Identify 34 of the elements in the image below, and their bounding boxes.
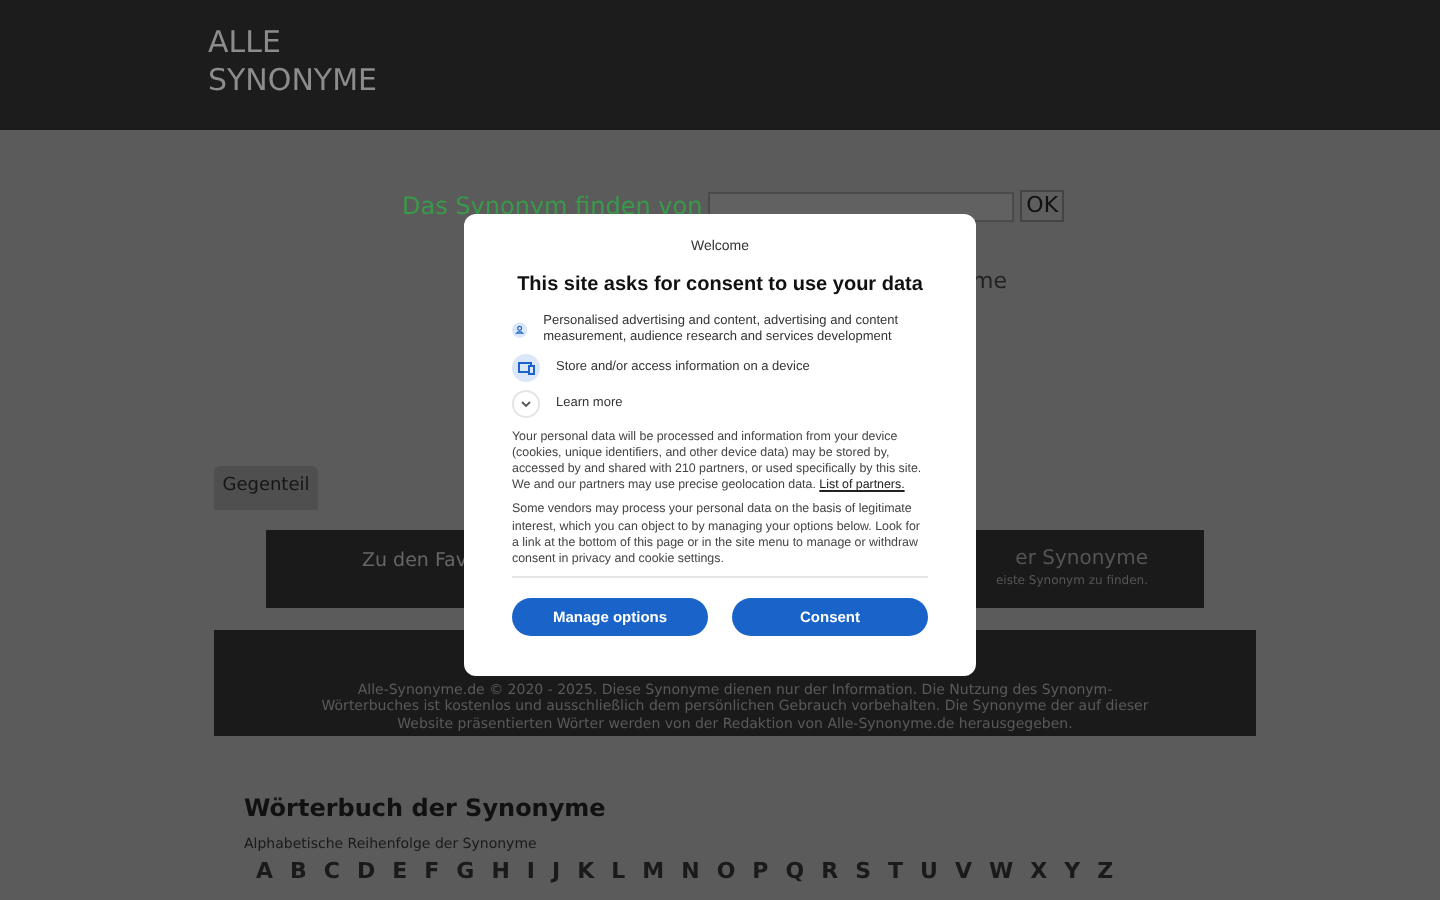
letter-link[interactable]: Q [785,860,805,884]
devices-icon [512,353,540,381]
letter-link[interactable]: H [491,860,510,884]
letter-link[interactable]: I [526,860,535,884]
letter-link[interactable]: R [821,860,839,884]
site-logo[interactable]: ALLE SYNONYME [208,24,1440,100]
letter-link[interactable]: J [552,860,561,884]
ok-button[interactable]: OK [1020,190,1065,222]
letter-link[interactable]: W [988,860,1014,884]
chevron-down-icon[interactable] [512,389,540,417]
synonyms-heading: er Synonyme [1015,547,1148,569]
letter-link[interactable]: P [752,860,769,884]
letter-link[interactable]: A [256,860,274,884]
opposite-tab[interactable]: Gegenteil [214,465,318,509]
letter-link[interactable]: N [681,860,700,884]
dictionary-heading: Wörterbuch der Synonyme [244,791,608,825]
letter-link[interactable]: U [920,860,938,884]
letter-link[interactable]: Y [1064,860,1081,884]
letter-link[interactable]: K [577,860,595,884]
letter-link[interactable]: V [954,860,972,884]
letter-link[interactable]: M [642,860,665,884]
letter-link[interactable]: X [1030,860,1048,884]
letter-link[interactable]: O [716,860,736,884]
letter-link[interactable]: Z [1097,860,1114,884]
letter-link[interactable]: B [290,860,307,884]
dialog-title: This site asks for consent to use your data [515,271,925,299]
letter-link[interactable]: F [424,860,440,884]
letter-link[interactable]: E [392,860,408,884]
letter-link[interactable]: L [611,860,626,884]
letter-link[interactable]: D [356,860,376,884]
letter-link[interactable]: T [888,860,904,884]
letter-link[interactable]: C [323,860,340,884]
letter-link[interactable]: G [456,860,475,884]
letter-link[interactable]: S [855,860,872,884]
